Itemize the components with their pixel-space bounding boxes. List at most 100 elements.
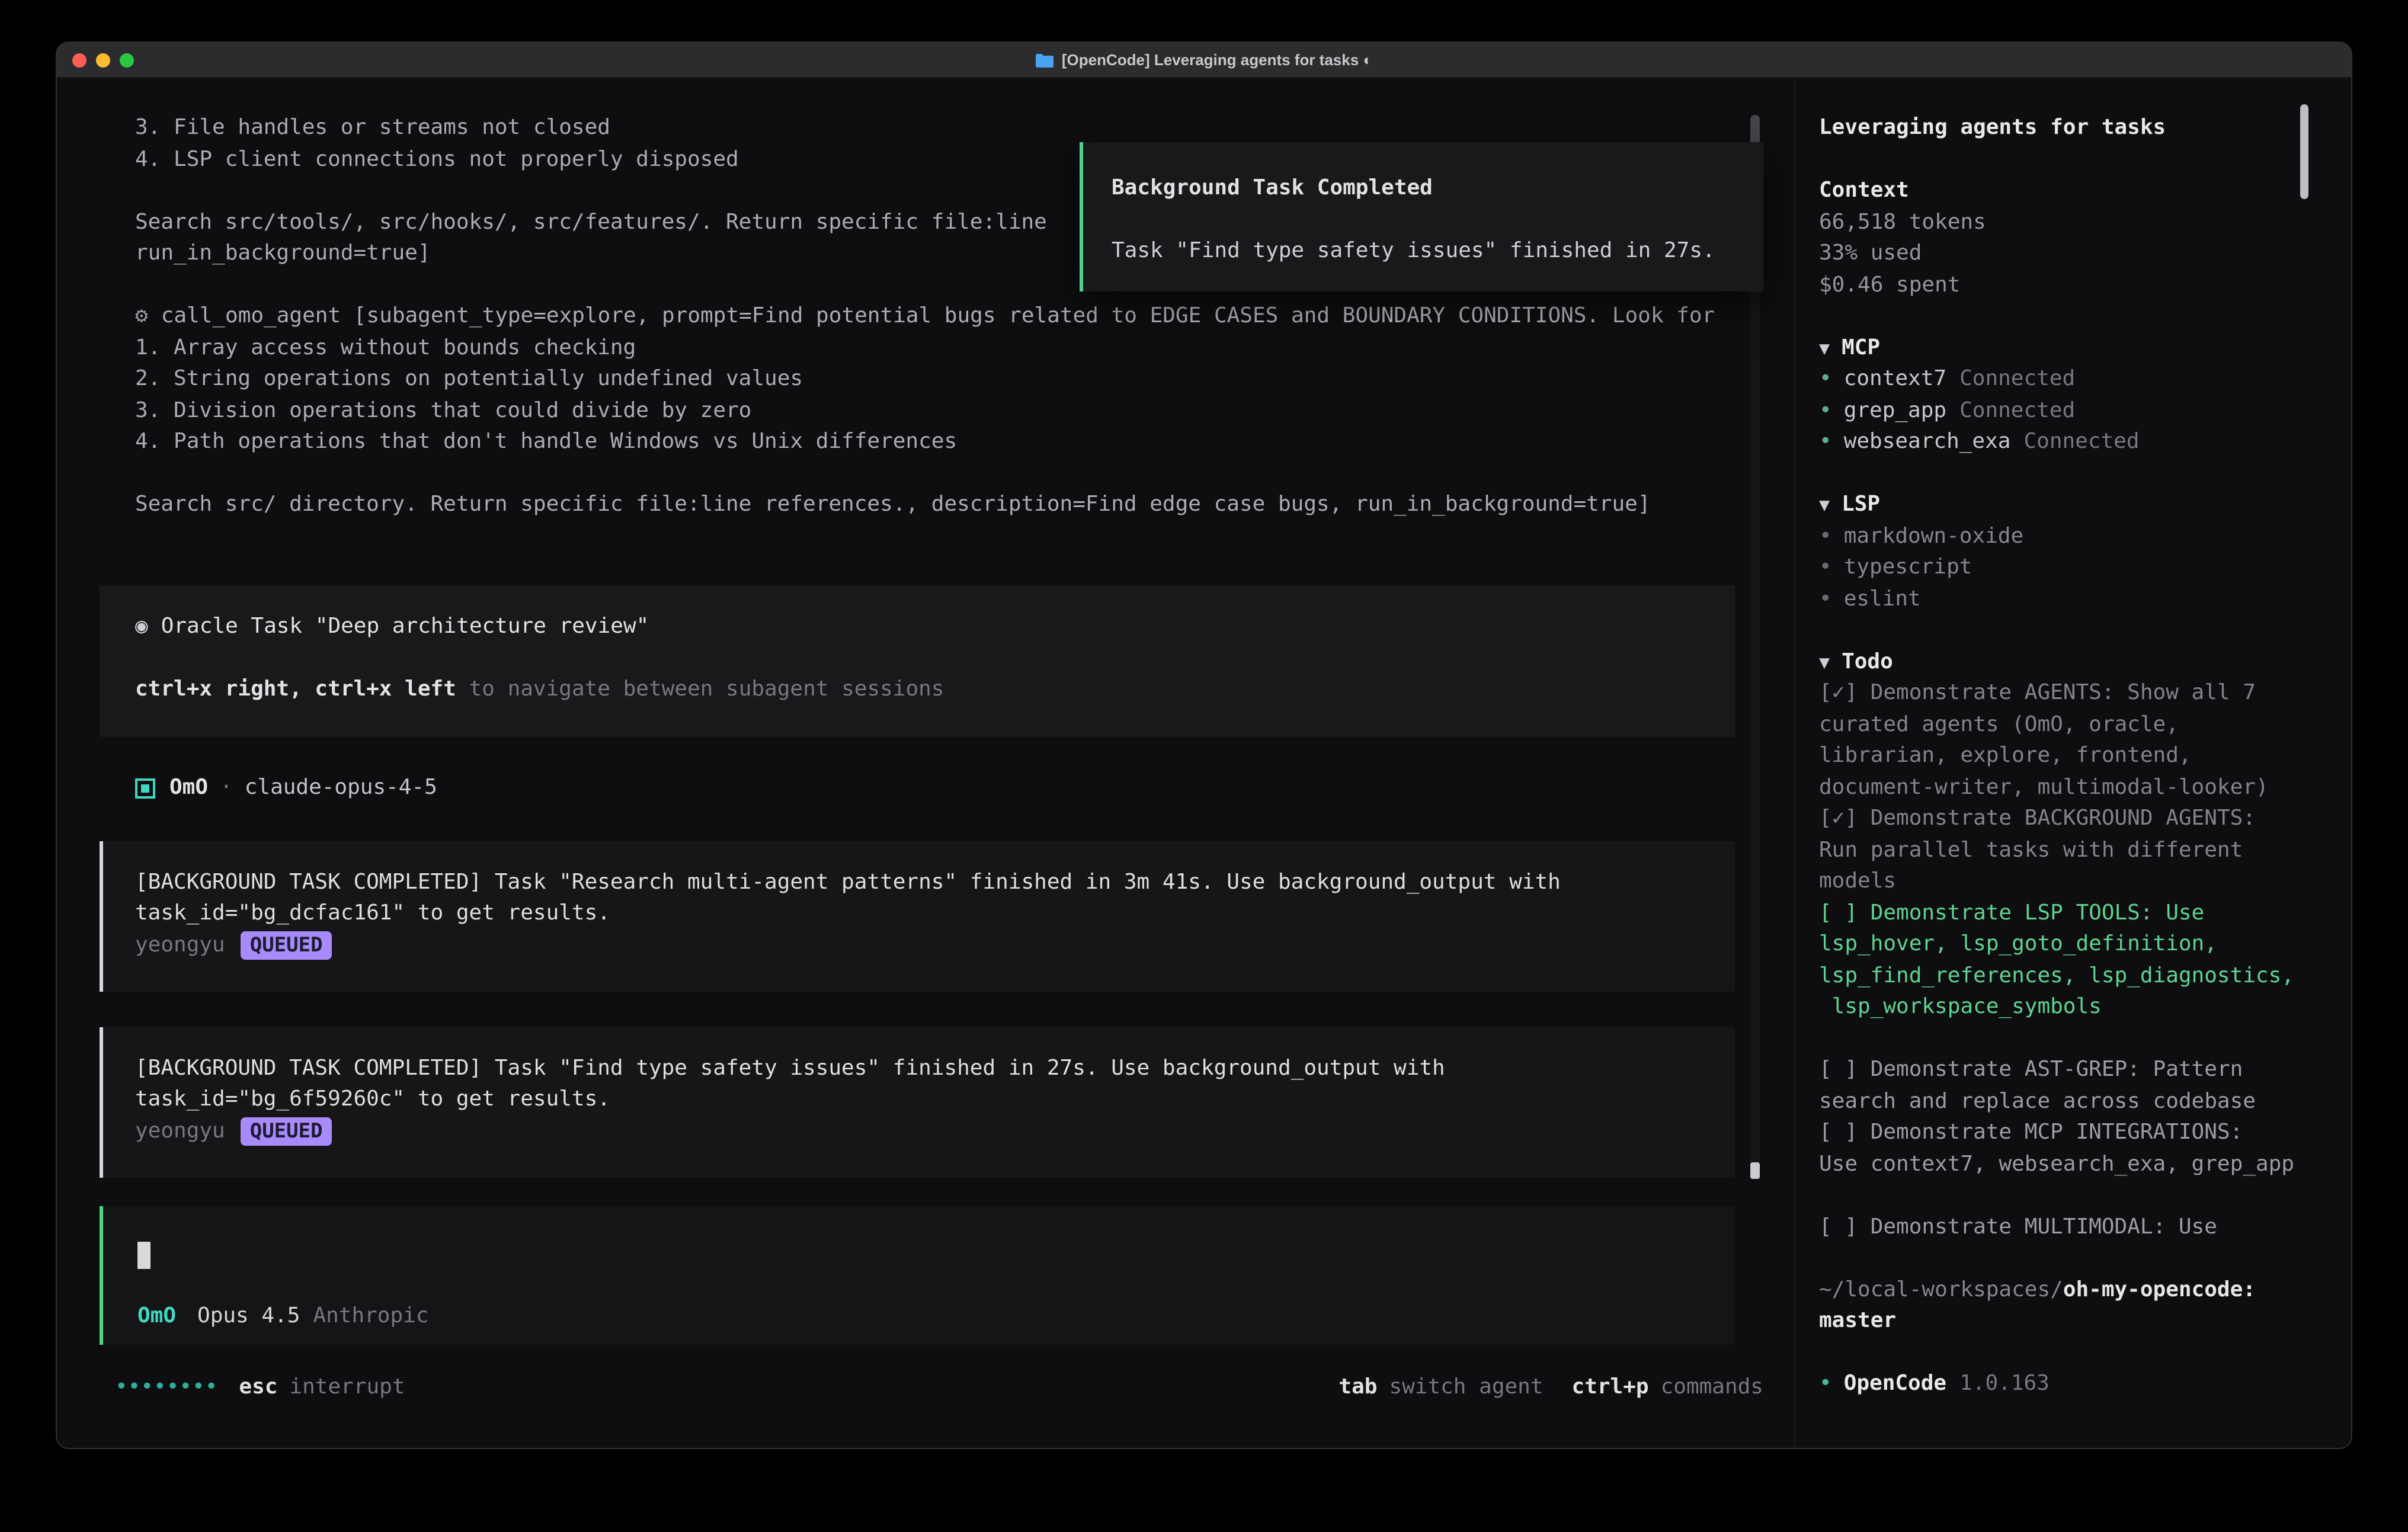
- message-block: [BACKGROUND TASK COMPLETED] Task "Resear…: [100, 841, 1735, 991]
- mcp-item: • grep_app Connected: [1819, 395, 2351, 427]
- gear-icon: ⚙: [135, 303, 148, 328]
- context-used: 33% used: [1819, 238, 2351, 270]
- lsp-name: typescript: [1844, 555, 1972, 579]
- blank-line: [1819, 1023, 2351, 1055]
- todo-line: [ ] Demonstrate MULTIMODAL: Use: [1819, 1212, 2351, 1243]
- blank-line: [1819, 1243, 2351, 1274]
- message-author: yeongyu: [135, 930, 225, 961]
- tool-call-line: ⚙call_omo_agent [subagent_type=explore, …: [135, 301, 1794, 332]
- message-text-line: [BACKGROUND TASK COMPLETED] Task "Find t…: [135, 1053, 1735, 1084]
- tool-call-line: 2. String operations on potentially unde…: [135, 364, 1794, 395]
- log-line: 3. File handles or streams not closed: [135, 113, 1794, 144]
- message-text-line: task_id="bg_dcfac161" to get results.: [135, 898, 1735, 930]
- lsp-item: • eslint: [1819, 584, 2351, 615]
- workspace-repo: oh-my-opencode:: [2063, 1277, 2256, 1302]
- status-right: tabswitch agent ctrl+pcommands: [1339, 1371, 1763, 1403]
- mcp-section-header[interactable]: ▼ MCP: [1819, 332, 2351, 364]
- lsp-item: •markdown-oxide: [1819, 521, 2351, 552]
- oracle-task-hint: ctrl+x right, ctrl+x left to navigate be…: [135, 674, 1735, 705]
- session-sidebar: Leveraging agents for tasks Context 66,5…: [1794, 78, 2351, 1448]
- esc-key-hint: esc: [239, 1371, 277, 1403]
- spinner-dots-icon: ••••••••: [115, 1371, 217, 1403]
- prompt-input[interactable]: OmOOpus 4.5Anthropic: [100, 1206, 1735, 1344]
- todo-line: search and replace across codebase: [1819, 1086, 2351, 1117]
- main-scrollbar-marker[interactable]: [1750, 1162, 1760, 1179]
- todo-line: lsp_hover, lsp_goto_definition,: [1819, 929, 2351, 960]
- hint-text: to navigate between subagent sessions: [456, 676, 944, 701]
- todo-section-header[interactable]: ▼ Todo: [1819, 646, 2351, 678]
- traffic-lights: [72, 53, 134, 67]
- tool-call-line: 1. Array access without bounds checking: [135, 332, 1794, 364]
- oracle-task-panel[interactable]: ◉Oracle Task "Deep architecture review" …: [100, 585, 1735, 736]
- zoom-button[interactable]: [120, 53, 134, 67]
- window-title-text: [OpenCode] Leveraging agents for tasks ◐: [1062, 51, 1372, 69]
- mcp-name: grep_app: [1844, 398, 1946, 422]
- status-badge: QUEUED: [241, 931, 332, 960]
- agent-model: claude-opus-4-5: [245, 773, 437, 804]
- chevron-down-icon: ▼: [1819, 337, 1830, 358]
- todo-line: Use context7, websearch_exa, grep_app: [1819, 1149, 2351, 1180]
- workspace-path: ~/local-workspaces/oh-my-opencode:: [1819, 1274, 2351, 1306]
- tool-call-line: 4. Path operations that don't handle Win…: [135, 427, 1794, 458]
- sidebar-scrollbar-thumb[interactable]: [2300, 104, 2308, 199]
- tool-call-line: Search src/ directory. Return specific f…: [135, 489, 1794, 521]
- commands-hint: ctrl+pcommands: [1572, 1371, 1763, 1403]
- tool-call-line: 3. Division operations that could divide…: [135, 395, 1794, 427]
- minimize-button[interactable]: [96, 53, 110, 67]
- context-heading: Context: [1819, 175, 2351, 207]
- opencode-dot-icon: •: [1819, 1371, 1832, 1396]
- toast-body: Task "Find type safety issues" finished …: [1112, 236, 1763, 267]
- opencode-version-row: •OpenCode1.0.163: [1819, 1368, 2351, 1400]
- lsp-section-header[interactable]: ▼LSP: [1819, 489, 2351, 521]
- todo-heading: Todo: [1842, 649, 1893, 674]
- message-text-line: task_id="bg_6f59260c" to get results.: [135, 1084, 1735, 1116]
- toast-title: Background Task Completed: [1112, 173, 1763, 204]
- blank-line: [1112, 204, 1763, 236]
- terminal-window: [OpenCode] Leveraging agents for tasks ◐…: [57, 43, 2351, 1448]
- input-provider: Anthropic: [313, 1303, 428, 1328]
- todo-line: [ ] Demonstrate LSP TOOLS: Use: [1819, 898, 2351, 929]
- input-agent-name: OmO: [137, 1303, 176, 1328]
- chevron-down-icon: ▼: [1819, 651, 1830, 672]
- ctrlp-key-hint: ctrl+p: [1572, 1371, 1649, 1403]
- agent-header: OmO · claude-opus-4-5: [135, 772, 1794, 804]
- mcp-status: Connected: [2023, 429, 2139, 454]
- titlebar[interactable]: [OpenCode] Leveraging agents for tasks ◐: [57, 43, 2351, 78]
- omo-agent-icon: [135, 778, 155, 798]
- esc-key-label: interrupt: [289, 1371, 405, 1403]
- todo-line: [✓] Demonstrate BACKGROUND AGENTS:: [1819, 803, 2351, 835]
- lsp-name: markdown-oxide: [1844, 523, 2023, 548]
- folder-icon: [1036, 53, 1054, 67]
- tab-key-hint: tab: [1339, 1371, 1377, 1403]
- status-bar: •••••••• esc interrupt tabswitch agent c…: [57, 1371, 1794, 1403]
- blank-line: [1819, 1180, 2351, 1212]
- omo-agent-icon-core: [141, 784, 149, 792]
- tool-call-line: [135, 458, 1794, 489]
- todo-line: [ ] Demonstrate MCP INTEGRATIONS:: [1819, 1117, 2351, 1149]
- content: 3. File handles or streams not closed 4.…: [57, 78, 2351, 1448]
- mcp-status: Connected: [1959, 398, 2075, 422]
- context-tokens: 66,518 tokens: [1819, 207, 2351, 238]
- mcp-heading: MCP: [1842, 335, 1880, 360]
- lsp-name: eslint: [1844, 586, 1921, 611]
- todo-line: lsp_find_references, lsp_diagnostics,: [1819, 960, 2351, 992]
- tab-hint: tabswitch agent: [1339, 1371, 1543, 1403]
- lsp-heading: LSP: [1842, 492, 1880, 517]
- todo-line: [ ] Demonstrate AST-GREP: Pattern: [1819, 1055, 2351, 1086]
- context-spent: $0.46 spent: [1819, 270, 2351, 301]
- lsp-dot-icon: •: [1819, 586, 1832, 611]
- lsp-dot-icon: •: [1819, 555, 1832, 579]
- blank-line: [135, 642, 1735, 674]
- mcp-status-dot-icon: •: [1819, 398, 1832, 422]
- close-button[interactable]: [72, 53, 87, 67]
- hint-keys: ctrl+x right, ctrl+x left: [135, 676, 456, 701]
- opencode-app-name: OpenCode: [1844, 1371, 1946, 1396]
- mcp-item: •context7Connected: [1819, 364, 2351, 395]
- todo-line: [✓] Demonstrate AGENTS: Show all 7: [1819, 678, 2351, 709]
- mcp-status-dot-icon: •: [1819, 366, 1832, 391]
- desktop: [OpenCode] Leveraging agents for tasks ◐…: [0, 0, 2408, 1532]
- status-badge: QUEUED: [241, 1117, 332, 1146]
- notification-toast[interactable]: Background Task Completed Task "Find typ…: [1080, 142, 1763, 291]
- message-meta: yeongyuQUEUED: [135, 1116, 1735, 1147]
- input-meta: OmOOpus 4.5Anthropic: [137, 1300, 1735, 1332]
